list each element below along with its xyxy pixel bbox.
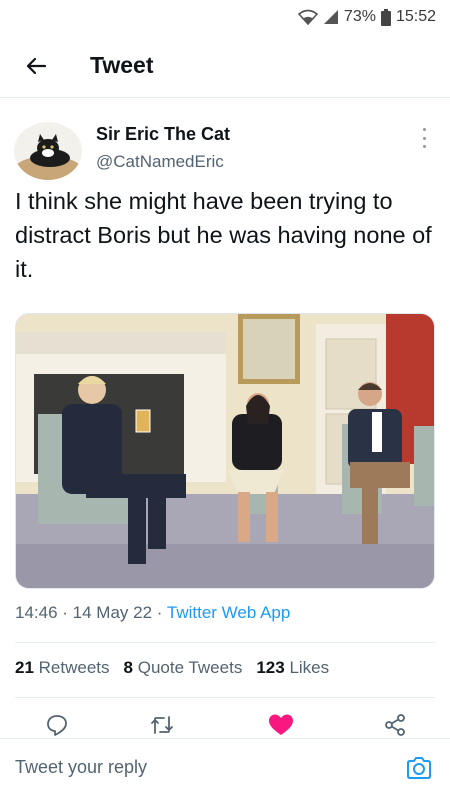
likes-label: Likes (289, 658, 330, 677)
retweets-count: 21 (15, 658, 34, 677)
photo-image (16, 314, 434, 588)
reply-input[interactable] (15, 757, 375, 778)
avatar[interactable] (14, 122, 82, 180)
tweet-source-link[interactable]: Twitter Web App (167, 603, 290, 622)
camera-icon (407, 757, 431, 779)
tweet-date: 14 May 22 (72, 603, 153, 622)
author-name[interactable]: Sir Eric The Cat (96, 124, 230, 145)
more-dot-icon (422, 136, 426, 140)
retweets-label: Retweets (38, 658, 110, 677)
comment-icon (47, 715, 67, 736)
app-bar: Tweet (0, 34, 450, 98)
tweet-actions (0, 710, 450, 738)
tweet-photo[interactable] (15, 313, 435, 589)
heart-icon (269, 714, 293, 735)
quote-tweets-count: 8 (123, 658, 133, 677)
meta-separator: · (62, 603, 73, 622)
tweet-stats: 21 Retweets 8 Quote Tweets 123 Likes (15, 658, 329, 678)
page-title: Tweet (90, 52, 154, 78)
reply-button[interactable] (42, 710, 72, 740)
wifi-icon (297, 9, 318, 25)
share-icon (385, 714, 405, 736)
signal-icon (323, 10, 338, 24)
tweet-time: 14:46 (15, 603, 58, 622)
more-dot-icon (422, 145, 426, 148)
tweet-author: Sir Eric The Cat @CatNamedEric (0, 112, 450, 184)
retweet-button[interactable] (147, 710, 177, 740)
tweet-meta: 14:46 · 14 May 22 · Twitter Web App (15, 603, 290, 623)
share-button[interactable] (380, 710, 410, 740)
cat-avatar-image (14, 122, 82, 180)
tweet-text: I think she might have been trying to di… (15, 188, 432, 282)
quote-tweets-stat[interactable]: 8 Quote Tweets (124, 658, 243, 678)
like-button[interactable] (266, 710, 296, 740)
back-button[interactable] (16, 46, 56, 86)
status-bar: 73% 15:52 (0, 0, 450, 34)
likes-stat[interactable]: 123 Likes (256, 658, 329, 678)
divider (15, 697, 435, 698)
camera-button[interactable] (404, 753, 434, 783)
arrow-left-icon (26, 57, 47, 74)
likes-count: 123 (256, 658, 285, 677)
more-dot-icon (422, 128, 426, 131)
meta-separator: · (156, 603, 167, 622)
clock: 15:52 (395, 8, 436, 25)
more-options-button[interactable] (414, 126, 434, 150)
battery-icon (380, 8, 391, 26)
author-handle[interactable]: @CatNamedEric (96, 152, 224, 172)
quote-tweets-label: Quote Tweets (137, 658, 243, 677)
retweet-icon (151, 716, 173, 734)
reply-bar (0, 738, 450, 800)
battery-percent: 73% (343, 8, 376, 25)
retweets-stat[interactable]: 21 Retweets (15, 658, 110, 678)
divider (15, 642, 435, 643)
